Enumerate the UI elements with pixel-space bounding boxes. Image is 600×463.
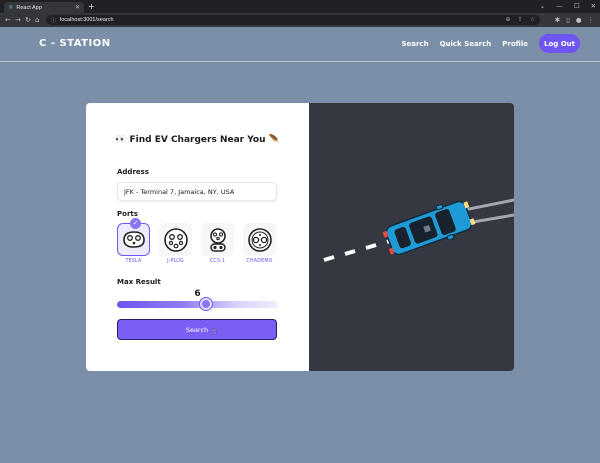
j-plug-icon — [163, 227, 188, 252]
nav-profile[interactable]: Profile — [502, 40, 528, 48]
hand-cursor-icon: ☝ — [211, 327, 217, 337]
share-icon[interactable]: ⇪ — [518, 17, 523, 23]
search-form: 👀 Find EV Chargers Near You 🪶 Address Po… — [86, 103, 309, 371]
form-title: 👀 Find EV Chargers Near You 🪶 — [115, 135, 280, 145]
nav-search[interactable]: Search — [401, 40, 428, 48]
road-dashes-icon — [323, 238, 395, 262]
nav-quick-search[interactable]: Quick Search — [440, 40, 492, 48]
search-button[interactable]: Search — [117, 319, 277, 340]
port-option-j-plug[interactable]: J-PLUG — [159, 223, 192, 264]
port-tile — [201, 223, 234, 256]
car-icon — [382, 200, 476, 256]
illustration-panel — [309, 103, 514, 371]
port-tile — [243, 223, 276, 256]
chademo-plug-icon — [247, 227, 272, 252]
max-result-label: Max Result — [117, 278, 161, 286]
back-icon[interactable]: ← — [5, 15, 11, 25]
address-label: Address — [117, 168, 149, 176]
max-result-slider[interactable] — [117, 298, 278, 310]
port-option-ccs-1[interactable]: CCS-1 — [201, 223, 234, 264]
logout-button[interactable]: Log Out — [539, 34, 580, 53]
bookmark-star-icon[interactable]: ☆ — [530, 17, 535, 23]
profile-icon[interactable]: ● — [576, 15, 582, 25]
browser-chrome: ⚛ React App ✕ + ⌄ — ☐ ✕ ← → ↻ ⌂ ⓘ localh… — [0, 0, 600, 27]
slider-thumb[interactable] — [199, 298, 212, 310]
browser-tab[interactable]: ⚛ React App ✕ — [4, 2, 84, 13]
info-icon[interactable]: ⓘ — [51, 17, 56, 24]
browser-toolbar: ← → ↻ ⌂ ⓘ localhost:3001/search ⊕ ⇪ ☆ ✱ … — [0, 13, 600, 27]
address-input[interactable] — [117, 182, 277, 201]
brand-logo[interactable]: C - STATION — [39, 38, 111, 49]
port-options: ✓ TESLA J-PLUG CCS-1 CHADEMO — [117, 218, 276, 264]
minimize-icon[interactable]: — — [556, 1, 563, 11]
search-card: 👀 Find EV Chargers Near You 🪶 Address Po… — [86, 103, 514, 371]
omnibox-icons: ⊕ ⇪ ☆ — [506, 17, 535, 23]
main-nav: Search Quick Search Profile Log Out — [401, 34, 580, 53]
react-favicon-icon: ⚛ — [8, 3, 14, 11]
selected-check-icon: ✓ — [130, 218, 141, 229]
port-option-chademo[interactable]: CHADEMO — [243, 223, 276, 264]
close-window-icon[interactable]: ✕ — [591, 1, 596, 11]
port-tile — [159, 223, 192, 256]
tab-strip: ⚛ React App ✕ + ⌄ — ☐ ✕ — [0, 0, 600, 13]
tab-title: React App — [16, 4, 42, 11]
port-name: CCS-1 — [209, 259, 226, 264]
window-controls: ⌄ — ☐ ✕ — [540, 1, 596, 11]
ccs-1-plug-icon — [209, 227, 226, 252]
close-tab-icon[interactable]: ✕ — [75, 4, 80, 11]
zoom-icon[interactable]: ⊕ — [506, 17, 511, 23]
port-name: CHADEMO — [246, 259, 273, 264]
home-icon[interactable]: ⌂ — [35, 15, 39, 25]
reload-icon[interactable]: ↻ — [25, 15, 31, 25]
extensions-icon[interactable]: ✱ — [555, 15, 560, 25]
tesla-plug-icon — [122, 230, 145, 248]
forward-icon[interactable]: → — [15, 15, 21, 25]
car-illustration — [323, 198, 514, 262]
url-text[interactable]: localhost:3001/search — [60, 17, 506, 23]
menu-icon[interactable]: ⋮ — [588, 15, 595, 25]
port-name: TESLA — [125, 259, 142, 264]
max-result-value: 6 — [194, 289, 201, 299]
side-panel-icon[interactable]: ▯ — [566, 15, 570, 25]
maximize-icon[interactable]: ☐ — [574, 1, 580, 11]
address-bar[interactable]: ⓘ localhost:3001/search ⊕ ⇪ ☆ — [46, 15, 540, 25]
app-header: C - STATION Search Quick Search Profile … — [0, 27, 600, 62]
port-option-tesla[interactable]: ✓ TESLA — [117, 218, 150, 264]
extension-icons: ✱ ▯ ● ⋮ — [555, 15, 594, 25]
ports-label: Ports — [117, 210, 138, 218]
tab-search-icon[interactable]: ⌄ — [540, 1, 545, 11]
port-name: J-PLUG — [167, 259, 184, 264]
new-tab-icon[interactable]: + — [88, 2, 95, 12]
